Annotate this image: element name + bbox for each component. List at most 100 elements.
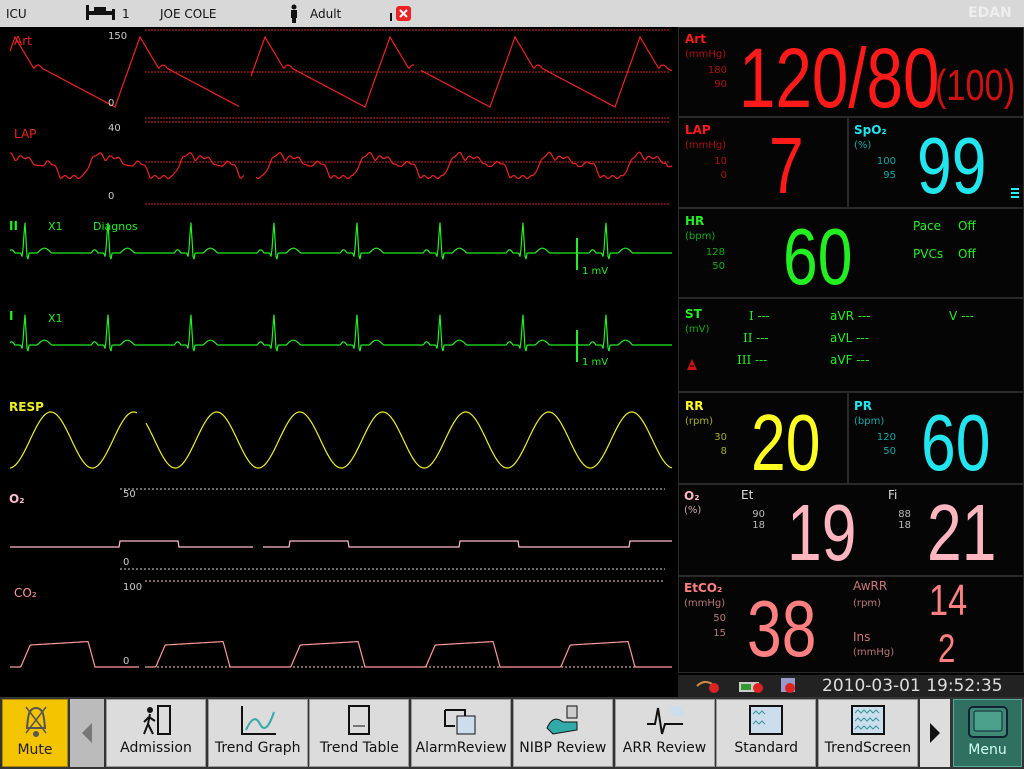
alarm-off-icon[interactable]	[390, 5, 412, 23]
network-off-icon[interactable]	[696, 678, 724, 694]
ecg1-waveform	[9, 314, 672, 352]
o2-fi-value: 21	[927, 488, 997, 577]
patient-name[interactable]: JOE COLE	[160, 7, 216, 21]
lap-alarm-high: 10	[714, 156, 727, 167]
ecg1-label[interactable]: I	[9, 309, 13, 323]
nibp-review-icon	[546, 705, 578, 735]
st-lead-iii: III ---	[737, 353, 768, 367]
arr-review-button[interactable]: ARR Review	[614, 699, 715, 767]
st-lead-avf: aVF ---	[830, 353, 870, 367]
lap-scale-high: 40	[108, 123, 121, 134]
scroll-left-button[interactable]	[70, 699, 104, 767]
hr-value: 60	[783, 212, 853, 301]
top-bar: ICU 1 JOE COLE Adult EDAN	[0, 0, 1024, 27]
trend-graph-button[interactable]: Trend Graph	[207, 699, 308, 767]
etco2-unit: (mmHg)	[684, 598, 726, 609]
awrr-value: 14	[929, 576, 968, 625]
menu-label: Menu	[968, 742, 1007, 758]
etco2-alarm-high: 50	[713, 613, 726, 624]
toolbar: Mute Admission Trend Graph Trend Table Alar…	[0, 697, 1024, 769]
art-scale-high: 150	[108, 31, 128, 42]
hr-panel[interactable]: HR (bpm) 128 50 60 Pace Off PVCs Off	[678, 208, 1024, 298]
resp-wave-label[interactable]: RESP	[9, 400, 44, 414]
o2-et-label: Et	[741, 488, 754, 502]
o2-fi-label: Fi	[888, 488, 898, 502]
lap-label: LAP	[685, 123, 711, 137]
hr-unit: (bpm)	[685, 231, 716, 242]
ecg2-label[interactable]: II	[9, 219, 18, 233]
st-lead-avl: aVL ---	[830, 331, 870, 345]
art-unit: (mmHg)	[685, 49, 727, 60]
person-door-icon	[143, 705, 171, 735]
ecg2-filter[interactable]: Diagnos	[93, 220, 138, 233]
battery-off-icon[interactable]	[738, 678, 766, 694]
ecg1-gain[interactable]: X1	[48, 312, 63, 325]
trend-screen-icon	[850, 705, 885, 735]
art-value: 120/80	[739, 31, 940, 125]
lap-value: 7	[769, 121, 804, 210]
rr-alarm-high: 30	[714, 432, 727, 443]
st-label: ST	[685, 307, 702, 321]
trend-screen-button[interactable]: TrendScreen	[817, 699, 918, 767]
spo2-alarm-low: 95	[883, 170, 896, 181]
department: ICU	[6, 7, 27, 21]
pace-label: Pace	[913, 219, 942, 233]
spo2-label: SpO₂	[854, 123, 887, 137]
alarm-review-button[interactable]: AlarmReview	[411, 699, 512, 767]
trend-table-button[interactable]: Trend Table	[309, 699, 410, 767]
chevron-left-icon	[82, 723, 92, 743]
etco2-value: 38	[747, 584, 817, 673]
bed-icon	[86, 5, 115, 20]
st-unit: (mV)	[685, 324, 710, 335]
ecg2-gain[interactable]: X1	[48, 220, 63, 233]
st-lead-ii: II ---	[743, 331, 769, 345]
nibp-review-label: NIBP Review	[519, 740, 607, 756]
co2-wave-label[interactable]: CO₂	[14, 586, 37, 600]
patient-type[interactable]: Adult	[310, 7, 341, 21]
mute-button[interactable]: Mute	[2, 699, 68, 767]
art-panel[interactable]: Art (mmHg) 180 90 120/80 (100)	[678, 27, 1024, 125]
alarm-review-label: AlarmReview	[415, 740, 507, 756]
pr-alarm-high: 120	[876, 432, 896, 443]
rr-unit: (rpm)	[685, 416, 714, 427]
standard-button[interactable]: Standard	[716, 699, 817, 767]
rr-label: RR	[685, 399, 704, 413]
nibp-review-button[interactable]: NIBP Review	[512, 699, 613, 767]
spo2-unit: (%)	[854, 140, 872, 151]
st-panel[interactable]: ST (mV) I --- aVR --- V --- II --- aVL -…	[678, 298, 1024, 392]
printer-off-icon[interactable]	[778, 677, 800, 695]
trend-screen-label: TrendScreen	[824, 740, 912, 756]
lap-waveform	[9, 151, 673, 180]
pr-panel[interactable]: PR (bpm) 120 50 60	[848, 392, 1024, 484]
spo2-panel[interactable]: SpO₂ (%) 100 95 99	[848, 117, 1024, 208]
o2-wave-label[interactable]: O₂	[9, 492, 24, 506]
resp-waveform	[9, 411, 673, 469]
menu-button[interactable]: Menu	[953, 699, 1022, 767]
ins-unit: (mmHg)	[853, 647, 895, 658]
pr-unit: (bpm)	[854, 416, 885, 427]
alarm-review-icon	[444, 709, 476, 735]
art-scale-low: 0	[108, 98, 115, 109]
mute-label: Mute	[17, 742, 53, 758]
art-label: Art	[685, 32, 706, 46]
hr-alarm-low: 50	[712, 261, 725, 272]
admission-label: Admission	[120, 740, 192, 756]
o2-fi-alarm-low: 18	[898, 520, 911, 531]
o2-panel[interactable]: O₂ (%) Et 90 18 19 Fi 88 18 21	[678, 484, 1024, 576]
rr-panel[interactable]: RR (rpm) 30 8 20	[678, 392, 848, 484]
bed-number: 1	[122, 7, 130, 21]
co2-scale-low: 0	[123, 656, 130, 667]
o2-label: O₂	[684, 489, 700, 503]
datetime: 2010-03-01 19:52:35	[822, 676, 1003, 696]
lap-unit: (mmHg)	[685, 140, 727, 151]
co2-scale-high: 100	[123, 582, 143, 593]
hr-label: HR	[685, 214, 705, 228]
lap-panel[interactable]: LAP (mmHg) 10 0 7	[678, 117, 848, 208]
scroll-right-button[interactable]	[920, 699, 950, 767]
parameter-panel: Art (mmHg) 180 90 120/80 (100) LAP (mmHg…	[678, 27, 1024, 675]
waveform-area: Art 150 0 LAP 40 0 II X1 Diagnos 1 mV I …	[0, 27, 676, 675]
pvcs-label: PVCs	[913, 247, 944, 261]
pr-label: PR	[854, 399, 873, 413]
admission-button[interactable]: Admission	[106, 699, 206, 767]
etco2-panel[interactable]: EtCO₂ (mmHg) 50 15 38 AwRR (rpm) 14 Ins …	[678, 576, 1024, 673]
